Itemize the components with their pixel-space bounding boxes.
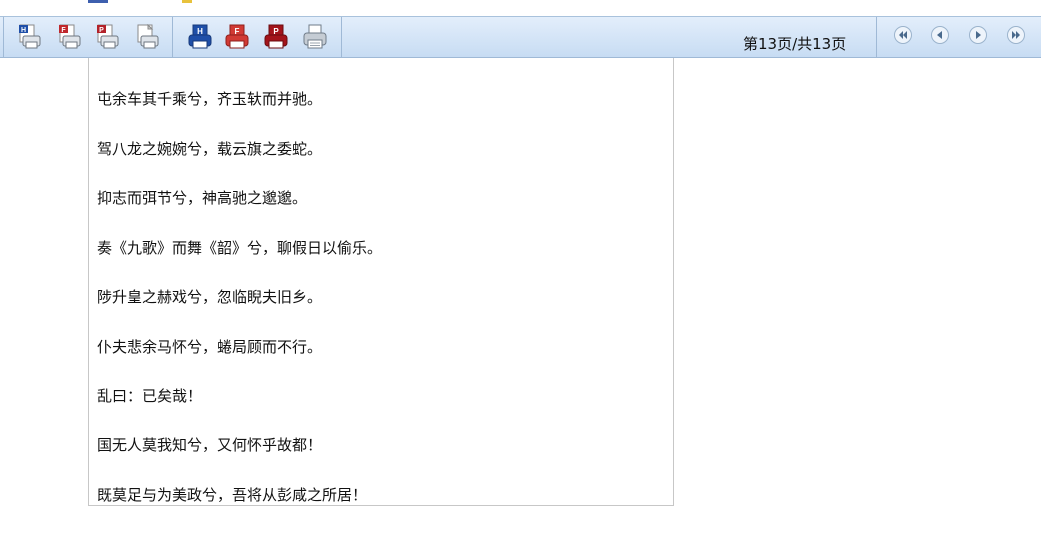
document-line: 乱曰：已矣哉！ [97, 387, 203, 405]
export-ppt-icon: P [264, 24, 288, 49]
document-line: 奏《九歌》而舞《韶》兮，聊假日以偷乐。 [97, 239, 383, 257]
export-html-button[interactable]: H [186, 24, 214, 50]
export-button-group: H F P [172, 17, 342, 57]
top-strip-mark [88, 0, 108, 3]
last-page-icon [1007, 26, 1025, 44]
print-button-group: H F P [3, 17, 173, 57]
report-page: 屯余车其千乘兮，齐玉轪而并驰。 驾八龙之婉婉兮，载云旗之委蛇。 抑志而弭节兮，神… [88, 58, 674, 506]
first-page-icon [894, 26, 912, 44]
document-line: 驾八龙之婉婉兮，载云旗之委蛇。 [97, 140, 323, 158]
export-pdf-button[interactable]: F [223, 24, 251, 50]
document-line: 既莫足与为美政兮，吾将从彭咸之所居！ [97, 486, 368, 504]
document-line: 抑志而弭节兮，神高驰之邈邈。 [97, 189, 308, 207]
export-html-icon: H [188, 24, 212, 49]
print-html-icon: H [19, 24, 41, 49]
top-strip [0, 0, 1041, 17]
svg-text:F: F [61, 27, 66, 34]
next-page-icon [969, 26, 987, 44]
svg-text:P: P [99, 27, 104, 34]
export-ppt-button[interactable]: P [262, 24, 290, 50]
top-strip-mark [182, 0, 192, 3]
print-pdf-button[interactable]: F [55, 24, 83, 50]
export-pdf-icon: F [225, 24, 249, 49]
print-plain-button[interactable] [133, 24, 161, 50]
previous-page-icon [931, 26, 949, 44]
next-page-button[interactable] [968, 25, 988, 45]
report-toolbar: H F P H F P 第13页/共13页 [0, 17, 1041, 58]
print-ppt-icon: P [97, 24, 119, 49]
print-plain-icon [137, 24, 159, 49]
printer-button[interactable] [301, 24, 329, 50]
print-ppt-button[interactable]: P [93, 24, 121, 50]
document-line: 国无人莫我知兮，又何怀乎故都！ [97, 436, 323, 454]
last-page-button[interactable] [1006, 25, 1026, 45]
document-line: 仆夫悲余马怀兮，蜷局顾而不行。 [97, 338, 323, 356]
first-page-button[interactable] [893, 25, 913, 45]
print-pdf-icon: F [59, 24, 81, 49]
printer-icon [303, 24, 327, 49]
print-html-button[interactable]: H [15, 24, 43, 50]
document-line: 屯余车其千乘兮，齐玉轪而并驰。 [97, 90, 323, 108]
svg-text:H: H [21, 27, 26, 34]
document-line: 陟升皇之赫戏兮，忽临睨夫旧乡。 [97, 288, 323, 306]
previous-page-button[interactable] [930, 25, 950, 45]
page-navigation-group [876, 17, 1041, 57]
page-indicator: 第13页/共13页 [743, 35, 847, 53]
